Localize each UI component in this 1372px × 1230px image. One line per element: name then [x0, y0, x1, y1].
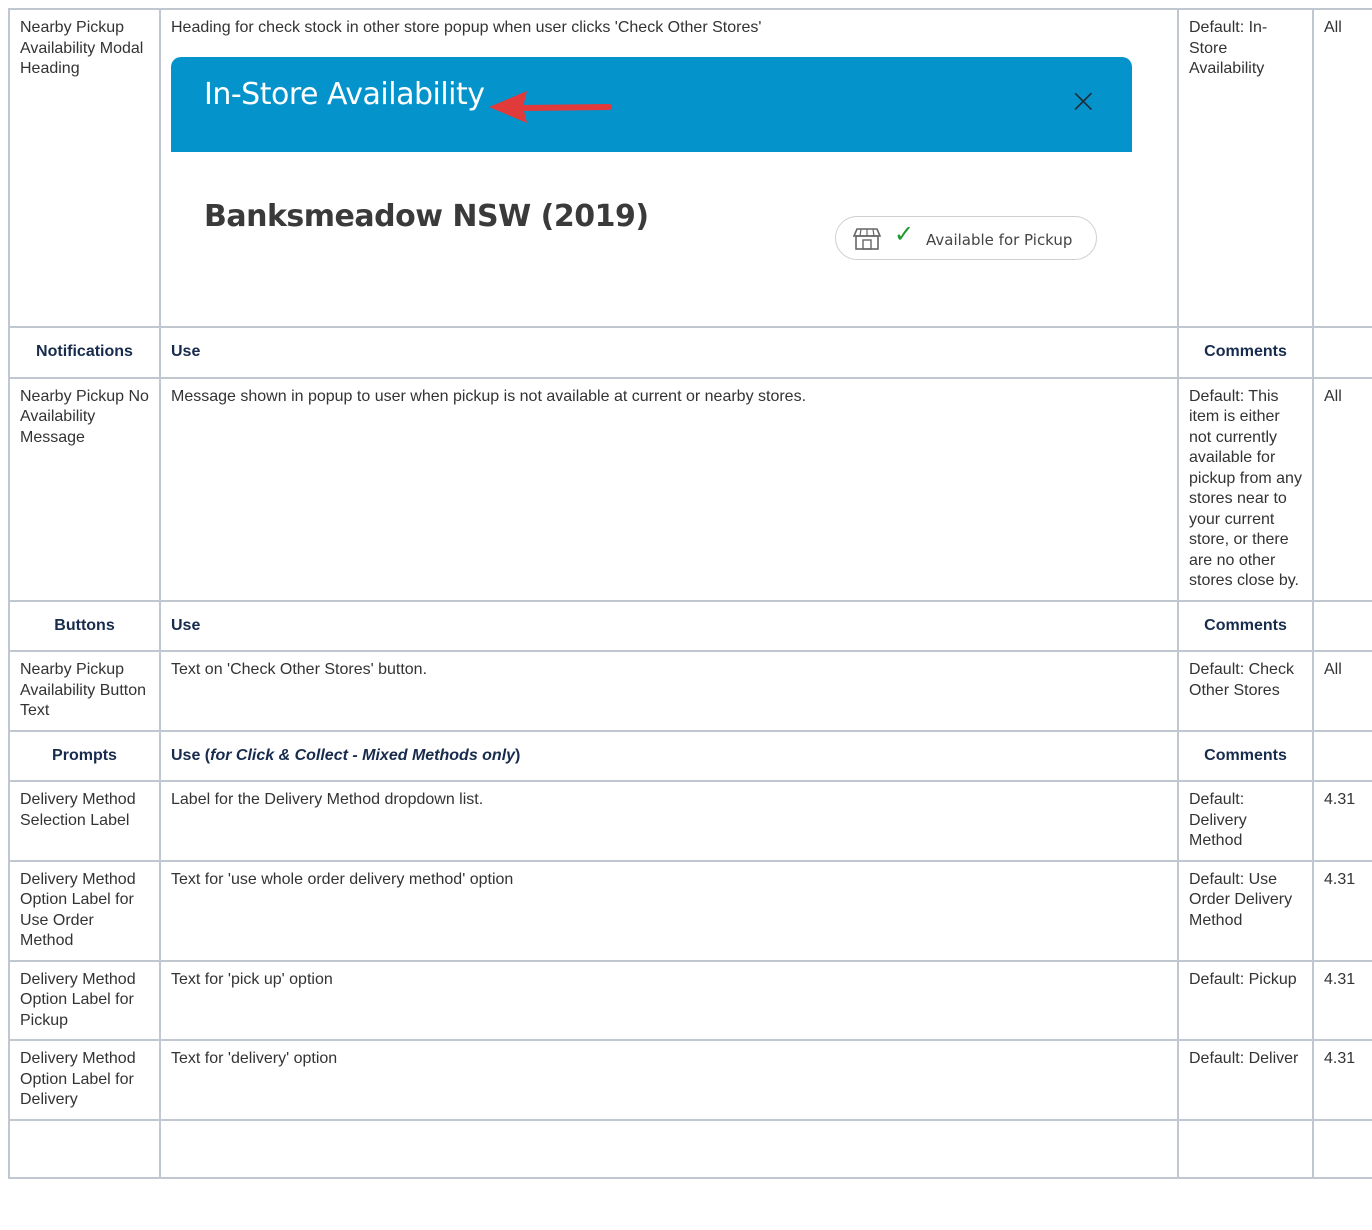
section-use-header: Use (for Click & Collect - Mixed Methods… — [159, 729, 1179, 782]
section-header-prompts: Prompts Use (for Click & Collect - Mixed… — [8, 729, 1372, 782]
setting-version: All — [1312, 376, 1372, 602]
section-use-header: Use — [159, 599, 1179, 652]
table-row-empty — [8, 1118, 1372, 1179]
table-row: Nearby Pickup Availability Button Text T… — [8, 650, 1372, 732]
setting-name: Delivery Method Option Label for Use Ord… — [8, 859, 161, 962]
use-prefix: Use ( — [171, 746, 211, 764]
check-icon: ✓ — [894, 219, 915, 248]
setting-comment: Default: Delivery Method — [1177, 780, 1314, 862]
setting-name: Nearby Pickup Availability Button Text — [8, 650, 161, 732]
setting-version: 4.31 — [1312, 859, 1372, 962]
setting-use: Label for the Delivery Method dropdown l… — [159, 780, 1179, 862]
section-empty-header — [1312, 729, 1372, 782]
section-label: Prompts — [8, 729, 161, 782]
section-label: Buttons — [8, 599, 161, 652]
setting-name: Nearby Pickup No Availability Message — [8, 376, 161, 602]
close-icon: × — [1069, 80, 1098, 121]
table-row: Delivery Method Option Label for Pickup … — [8, 959, 1372, 1041]
table-row: Nearby Pickup No Availability Message Me… — [8, 376, 1372, 602]
popup-title: In-Store Availability — [204, 76, 485, 112]
settings-table: Nearby Pickup Availability Modal Heading… — [8, 8, 1372, 1179]
setting-version: All — [1312, 8, 1372, 328]
setting-version: 4.31 — [1312, 780, 1372, 862]
setting-name: Delivery Method Option Label for Deliver… — [8, 1039, 161, 1121]
setting-comment: Default: Pickup — [1177, 959, 1314, 1041]
setting-comment: Default: This item is either not current… — [1177, 376, 1314, 602]
setting-name: Nearby Pickup Availability Modal Heading — [8, 8, 161, 328]
setting-name: Delivery Method Selection Label — [8, 780, 161, 862]
setting-use: Heading for check stock in other store p… — [159, 8, 1179, 328]
section-comments-header: Comments — [1177, 326, 1314, 379]
store-name: Banksmeadow NSW (2019) — [204, 198, 649, 234]
table-row: Delivery Method Option Label for Use Ord… — [8, 859, 1372, 962]
setting-use: Text for 'delivery' option — [159, 1039, 1179, 1121]
setting-version: All — [1312, 650, 1372, 732]
setting-use: Text for 'pick up' option — [159, 959, 1179, 1041]
section-use-header: Use — [159, 326, 1179, 379]
setting-version: 4.31 — [1312, 959, 1372, 1041]
section-comments-header: Comments — [1177, 729, 1314, 782]
setting-comment: Default: Use Order Delivery Method — [1177, 859, 1314, 962]
section-empty-header — [1312, 599, 1372, 652]
red-arrow-icon — [489, 90, 612, 123]
setting-comment: Default: Deliver — [1177, 1039, 1314, 1121]
section-header-buttons: Buttons Use Comments — [8, 599, 1372, 652]
section-empty-header — [1312, 326, 1372, 379]
popup-screenshot: In-Store Availability × Banksmeadow NSW … — [171, 56, 1132, 297]
use-suffix: ) — [515, 746, 521, 764]
setting-use: Message shown in popup to user when pick… — [159, 376, 1179, 602]
store-icon — [852, 227, 882, 250]
availability-pill: ✓ Available for Pickup — [835, 215, 1097, 260]
setting-comment: Default: Check Other Stores — [1177, 650, 1314, 732]
setting-comment: Default: In-Store Availability — [1177, 8, 1314, 328]
setting-use: Text for 'use whole order delivery metho… — [159, 859, 1179, 962]
setting-name: Delivery Method Option Label for Pickup — [8, 959, 161, 1041]
section-label: Notifications — [8, 326, 161, 379]
table-row: Nearby Pickup Availability Modal Heading… — [8, 8, 1372, 328]
section-comments-header: Comments — [1177, 599, 1314, 652]
setting-version: 4.31 — [1312, 1039, 1372, 1121]
use-emphasis: for Click & Collect - Mixed Methods only — [210, 746, 516, 764]
pill-label: Available for Pickup — [926, 230, 1073, 249]
table-row: Delivery Method Selection Label Label fo… — [8, 780, 1372, 862]
use-text: Heading for check stock in other store p… — [171, 19, 762, 36]
section-header-notifications: Notifications Use Comments — [8, 326, 1372, 379]
setting-use: Text on 'Check Other Stores' button. — [159, 650, 1179, 732]
table-row: Delivery Method Option Label for Deliver… — [8, 1039, 1372, 1121]
